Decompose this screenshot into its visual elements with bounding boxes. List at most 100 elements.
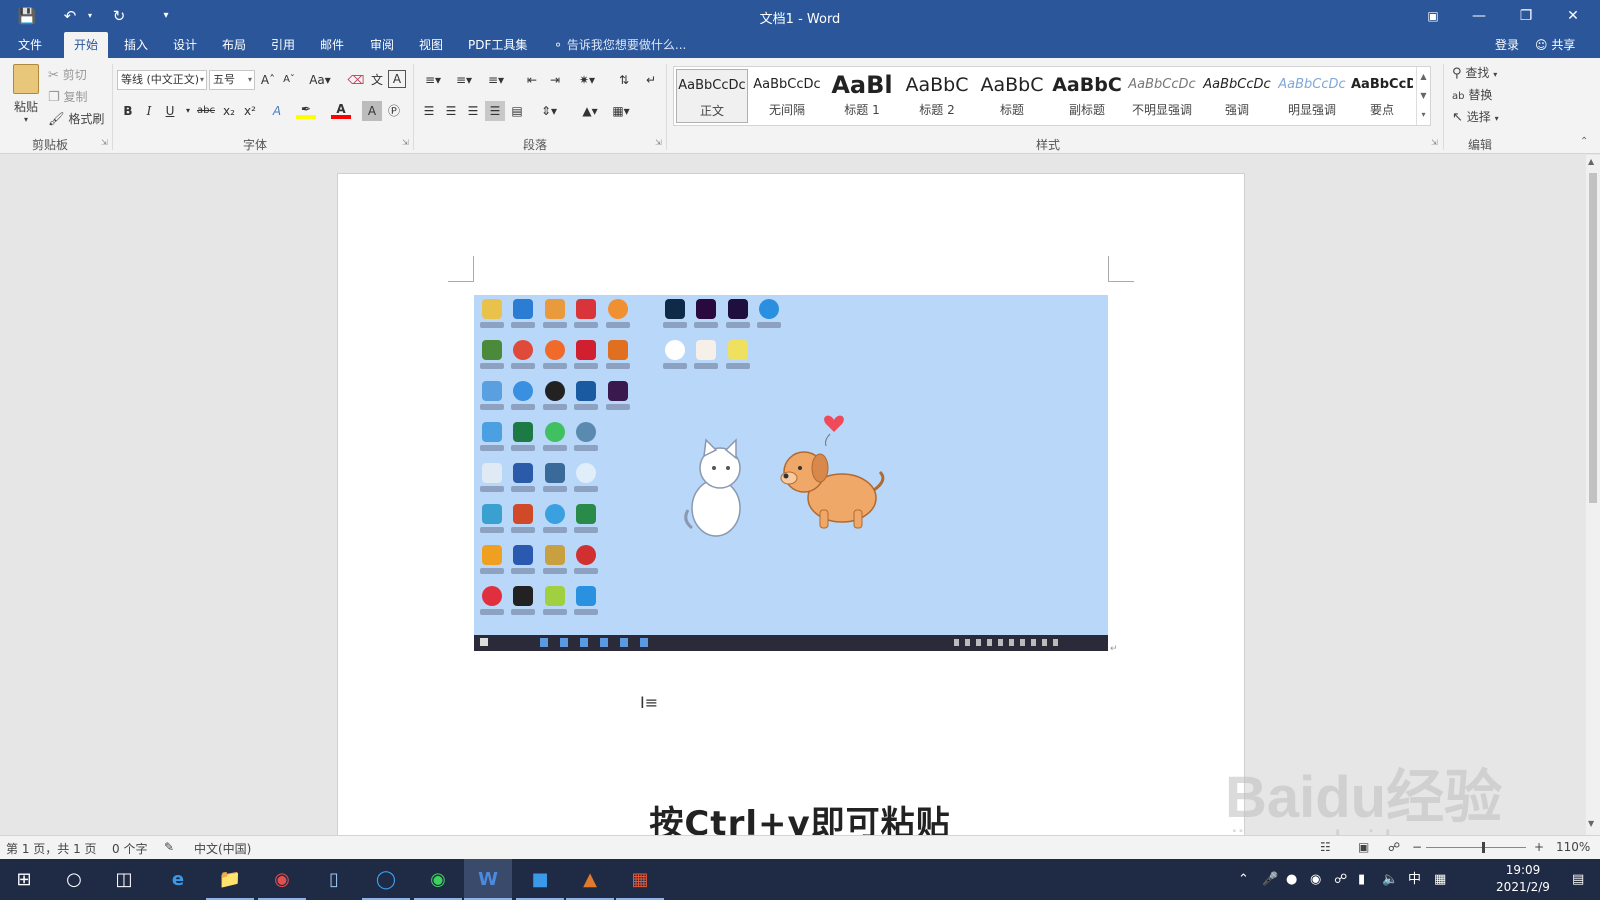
file-explorer-icon[interactable]: 📁 — [206, 859, 254, 900]
underline-icon[interactable]: U — [160, 101, 180, 121]
phonetic-guide-icon[interactable]: 文 — [367, 70, 387, 90]
screen-recorder-icon[interactable]: ◉ — [258, 859, 306, 900]
microphone-icon[interactable]: 🎤 — [1262, 859, 1278, 900]
language-indicator[interactable]: 中文(中国) — [194, 840, 251, 857]
proofing-icon[interactable]: ✎ — [164, 840, 174, 854]
bullets-icon[interactable]: ≡▾ — [420, 70, 446, 90]
line-spacing-icon[interactable]: ⇕▾ — [535, 101, 563, 121]
align-left-icon[interactable]: ☰ — [419, 101, 439, 121]
read-mode-icon[interactable]: ☷ — [1320, 840, 1331, 854]
battery-icon[interactable]: ▮ — [1358, 859, 1365, 900]
select-button[interactable]: ↖ 选择 ▾ — [1452, 108, 1499, 125]
font-name-combo[interactable]: 等线 (中文正文) ▾ — [117, 70, 207, 90]
ribbon-display-options-icon[interactable]: ▣ — [1410, 0, 1456, 32]
notification-center-icon[interactable]: ▤ — [1572, 859, 1584, 900]
pasted-desktop-screenshot[interactable] — [474, 295, 1108, 651]
page-count[interactable]: 第 1 页，共 1 页 — [6, 840, 97, 857]
enclose-characters-icon[interactable]: Ⓟ — [384, 101, 404, 121]
numbering-icon[interactable]: ≡▾ — [451, 70, 477, 90]
increase-indent-icon[interactable]: ⇥ — [545, 70, 565, 90]
zoom-level[interactable]: 110% — [1556, 840, 1590, 854]
chinese-layout-icon[interactable]: ✷▾ — [574, 70, 600, 90]
tell-me-box[interactable]: ⚬ 告诉我您想要做什么... — [553, 32, 686, 58]
cut-button[interactable]: ✂ 剪切 — [48, 66, 87, 83]
print-layout-icon[interactable]: ▣ — [1358, 840, 1369, 854]
edge-browser-icon[interactable]: e — [154, 859, 202, 900]
browser-app-icon[interactable]: ◯ — [362, 859, 410, 900]
tab-references[interactable]: 引用 — [261, 32, 305, 58]
multilevel-list-icon[interactable]: ≡▾ — [483, 70, 509, 90]
highlight-icon[interactable]: ✒ — [296, 101, 316, 119]
replace-button[interactable]: ab 替换 — [1452, 86, 1492, 103]
network-icon[interactable]: ☍ — [1334, 859, 1347, 900]
align-right-icon[interactable]: ☰ — [463, 101, 483, 121]
style-emphasis[interactable]: AaBbCcDc 强调 — [1201, 69, 1273, 123]
italic-icon[interactable]: I — [139, 101, 159, 121]
word-count[interactable]: 0 个字 — [112, 840, 147, 857]
strikethrough-icon[interactable]: abc — [194, 101, 218, 121]
style-title[interactable]: AaBbC 标题 — [976, 69, 1048, 123]
collapse-ribbon-icon[interactable]: ⌃ — [1580, 136, 1588, 147]
chevron-up-icon[interactable]: ▲ — [1417, 67, 1430, 86]
zoom-in-icon[interactable]: + — [1534, 840, 1544, 854]
styles-launcher-icon[interactable]: ⇲ — [1431, 138, 1438, 147]
decrease-indent-icon[interactable]: ⇤ — [522, 70, 542, 90]
change-case-icon[interactable]: Aa▾ — [306, 70, 334, 90]
word-app-icon[interactable]: W — [464, 859, 512, 900]
style-strong[interactable]: AaBbCcD 要点 — [1351, 69, 1413, 123]
font-launcher-icon[interactable]: ⇲ — [402, 138, 409, 147]
tab-design[interactable]: 设计 — [163, 32, 207, 58]
share-button[interactable]: ☺ 共享 — [1535, 32, 1575, 58]
style-heading-2[interactable]: AaBbC 标题 2 — [901, 69, 973, 123]
tab-file[interactable]: 文件 — [8, 32, 52, 58]
cortana-icon[interactable]: ○ — [50, 859, 98, 900]
distributed-icon[interactable]: ▤ — [507, 101, 527, 121]
notes-app-icon[interactable]: ▯ — [310, 859, 358, 900]
style-heading-1[interactable]: AaBl 标题 1 — [826, 69, 898, 123]
show-hidden-icons[interactable]: ⌃ — [1238, 859, 1249, 900]
scroll-up-icon[interactable]: ▲ — [1588, 157, 1594, 166]
style-intense-emphasis[interactable]: AaBbCcDc 明显强调 — [1276, 69, 1348, 123]
font-size-combo[interactable]: 五号 ▾ — [209, 70, 255, 90]
align-center-icon[interactable]: ☰ — [441, 101, 461, 121]
zoom-slider[interactable] — [1426, 847, 1526, 848]
clipboard-launcher-icon[interactable]: ⇲ — [101, 138, 108, 147]
system-clock[interactable]: 19:09 2021/2/9 — [1488, 862, 1558, 896]
borders-icon[interactable]: ▦▾ — [607, 101, 635, 121]
zoom-out-icon[interactable]: − — [1412, 840, 1422, 854]
task-view-icon[interactable]: ◫ — [100, 859, 148, 900]
ime-mode-icon[interactable]: ▦ — [1434, 859, 1446, 900]
show-formatting-marks-icon[interactable]: ↵ — [641, 70, 661, 90]
style-no-spacing[interactable]: AaBbCcDc 无间隔 — [751, 69, 823, 123]
style-subtle-emphasis[interactable]: AaBbCcDc 不明显强调 — [1126, 69, 1198, 123]
scrollbar-thumb[interactable] — [1589, 173, 1597, 503]
wechat-tray-icon[interactable]: ◉ — [1310, 859, 1321, 900]
find-button[interactable]: ⚲ 查找 ▾ — [1452, 64, 1497, 81]
tab-layout[interactable]: 布局 — [212, 32, 256, 58]
justify-icon[interactable]: ☰ — [485, 101, 505, 121]
tab-mailings[interactable]: 邮件 — [310, 32, 354, 58]
image-viewer-icon[interactable]: ▦ — [616, 859, 664, 900]
sign-in-link[interactable]: 登录 — [1495, 32, 1519, 58]
matlab-icon[interactable]: ▲ — [566, 859, 614, 900]
subscript-icon[interactable]: x₂ — [219, 101, 239, 121]
grow-font-icon[interactable]: Aˆ — [258, 70, 278, 90]
windows-start-icon[interactable]: ⊞ — [0, 859, 48, 900]
format-painter-button[interactable]: 🖌 格式刷 — [48, 110, 104, 127]
tab-view[interactable]: 视图 — [409, 32, 453, 58]
style-normal[interactable]: AaBbCcDc 正文 — [676, 69, 748, 123]
shrink-font-icon[interactable]: Aˇ — [279, 70, 299, 90]
chevron-down-icon[interactable]: ▼ — [1417, 86, 1430, 105]
tab-pdf-tools[interactable]: PDF工具集 — [458, 32, 537, 58]
restore-button[interactable]: ❐ — [1503, 0, 1549, 32]
wechat-icon[interactable]: ◉ — [414, 859, 462, 900]
text-effects-icon[interactable]: A — [267, 101, 287, 121]
ime-indicator[interactable]: 中 — [1408, 859, 1421, 900]
character-shading-icon[interactable]: A — [362, 101, 382, 121]
superscript-icon[interactable]: x² — [240, 101, 260, 121]
clear-formatting-icon[interactable]: ⌫ — [346, 70, 366, 90]
sort-icon[interactable]: ⇅ — [614, 70, 634, 90]
web-layout-icon[interactable]: ☍ — [1388, 840, 1400, 854]
zoom-slider-thumb[interactable] — [1482, 842, 1485, 853]
close-button[interactable]: ✕ — [1550, 0, 1596, 32]
